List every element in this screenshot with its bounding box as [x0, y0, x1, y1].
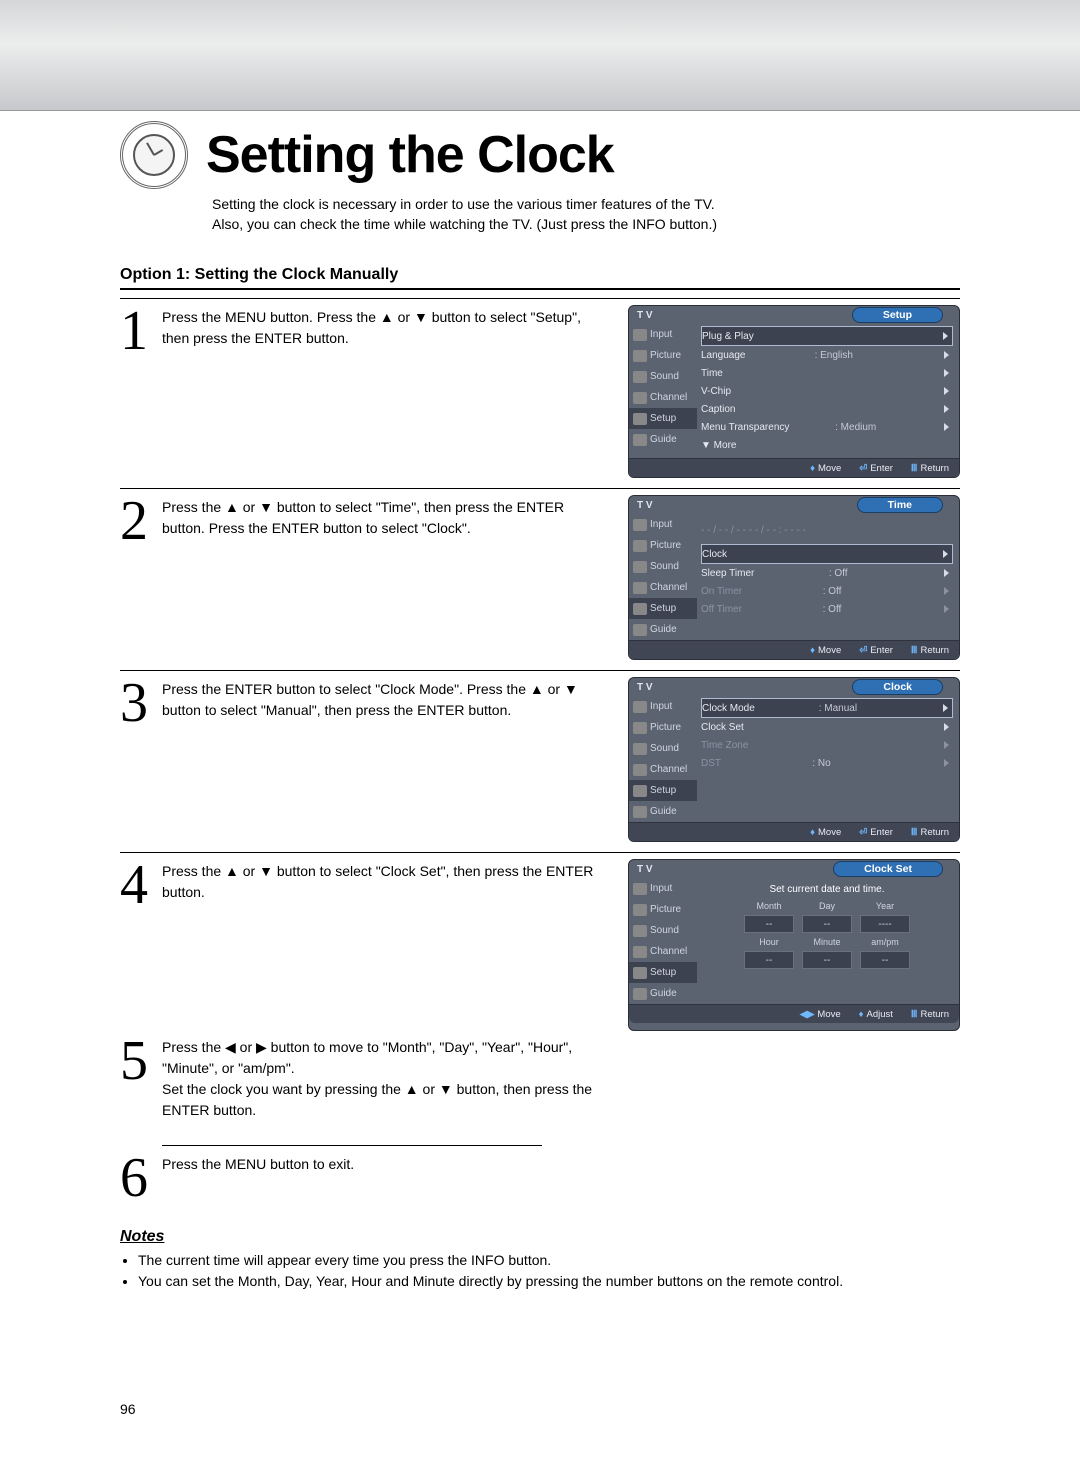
- step-number-4: 4: [120, 853, 162, 1041]
- osd-footer: ♦Move ⏎Enter ⅢReturn: [629, 458, 959, 477]
- notes-section: Notes The current time will appear every…: [120, 1228, 960, 1292]
- step-number-6: 6: [120, 1146, 162, 1206]
- osd-clock-menu: T VClock Input Picture Sound Channel Set…: [628, 677, 960, 842]
- step-number-1: 1: [120, 299, 162, 488]
- osd-setup-menu: T V Setup Input Picture Sound Channel Set…: [628, 305, 960, 478]
- osd-time-menu: T VTime Input Picture Sound Channel Setu…: [628, 495, 960, 660]
- clock-set-message: Set current date and time.: [701, 884, 953, 895]
- step-6-text: Press the MENU button to exit.: [162, 1146, 960, 1206]
- step-number-5: 5: [120, 1029, 162, 1133]
- note-2: You can set the Month, Day, Year, Hour a…: [138, 1271, 960, 1292]
- osd-tv-label: T V: [629, 310, 697, 321]
- divider: [120, 288, 960, 290]
- page-title: Setting the Clock: [206, 125, 614, 185]
- notes-heading: Notes: [120, 1228, 164, 1245]
- step-2-text: Press the ▲ or ▼ button to select "Time"…: [162, 489, 628, 670]
- osd-clock-set: T VClock Set Input Picture Sound Channel…: [628, 859, 960, 1031]
- current-time-placeholder: - - / - - / - - - - / - - : - - - -: [701, 525, 806, 536]
- page-number: 96: [120, 1401, 136, 1417]
- step-4-text: Press the ▲ or ▼ button to select "Clock…: [162, 861, 610, 903]
- note-1: The current time will appear every time …: [138, 1250, 960, 1271]
- osd-side-tabs: Input Picture Sound Channel Setup Guide: [629, 324, 697, 458]
- chevron-right-icon: [943, 332, 948, 340]
- intro-line-1: Setting the clock is necessary in order …: [212, 195, 960, 215]
- step-3-text: Press the ENTER button to select "Clock …: [162, 671, 628, 852]
- top-metallic-band: [0, 0, 1080, 111]
- osd-title: Setup: [852, 307, 943, 323]
- clock-icon: [120, 121, 188, 189]
- step-number-2: 2: [120, 489, 162, 670]
- option-1-heading: Option 1: Setting the Clock Manually: [120, 266, 960, 284]
- step-5-text: Press the ◀ or ▶ button to move to "Mont…: [162, 1029, 630, 1133]
- date-time-grid: MonthDayYear -------- HourMinuteam/pm --…: [744, 901, 910, 969]
- step-1-text: Press the MENU button. Press the ▲ or ▼ …: [162, 299, 628, 488]
- step-number-3: 3: [120, 671, 162, 852]
- intro-line-2: Also, you can check the time while watch…: [212, 215, 960, 235]
